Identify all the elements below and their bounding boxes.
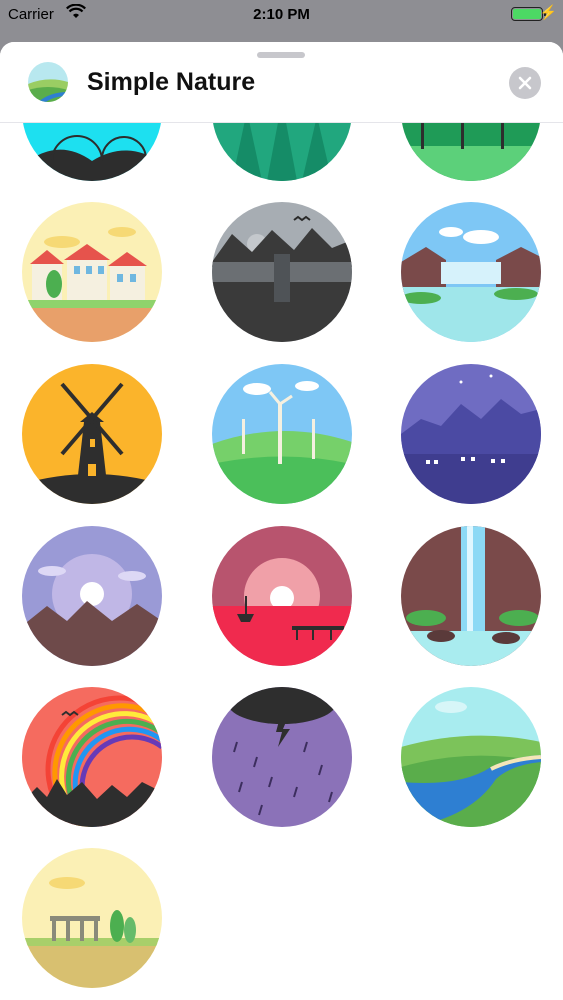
page-title: Simple Nature [87,68,256,96]
battery-icon [511,7,546,21]
sticker-rainbow[interactable] [22,687,162,827]
sticker-sunset-sea-boat[interactable] [212,526,352,666]
sticker-mountain-waterfall-dark[interactable] [212,202,352,342]
sheet-grabber[interactable] [257,52,305,58]
close-icon [518,76,532,90]
sticker-river-valley[interactable] [401,687,541,827]
sticker-ruins-meadow[interactable] [22,848,162,988]
sticker-canyon-waterfall[interactable] [401,526,541,666]
clock: 2:10 PM [253,6,310,23]
sticker-sheet: Simple Nature [0,42,563,1000]
status-bar: Carrier 2:10 PM ⚡ [0,0,563,30]
charging-icon: ⚡ [539,4,557,20]
landscape-icon [28,62,68,102]
sticker-night-town[interactable] [401,364,541,504]
close-button[interactable] [509,67,541,99]
sticker-village-houses[interactable] [22,202,162,342]
sticker-mountain-sunrise[interactable] [22,526,162,666]
sticker-lake-cascade[interactable] [401,202,541,342]
sticker-wind-turbines[interactable] [212,364,352,504]
sticker-windmill[interactable] [22,364,162,504]
sticker-rain-storm[interactable] [212,687,352,827]
sticker-grid [0,42,563,1000]
